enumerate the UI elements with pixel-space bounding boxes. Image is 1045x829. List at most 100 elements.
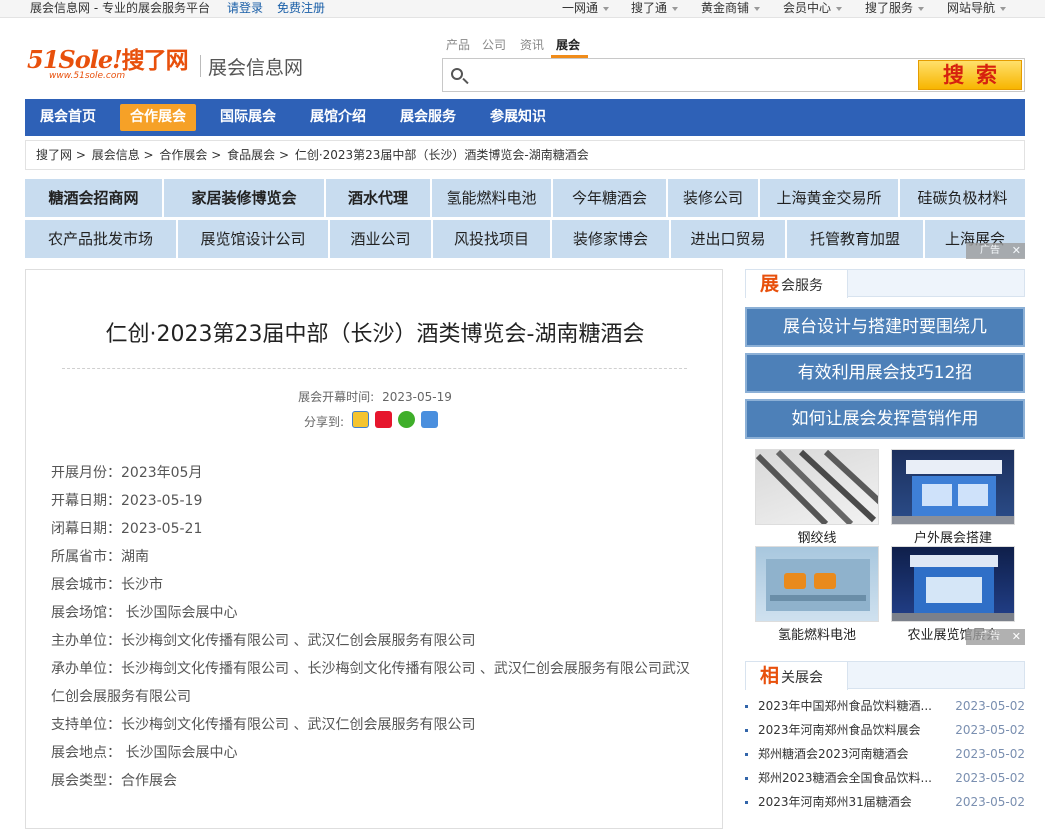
search-tab-company[interactable]: 公司 bbox=[482, 36, 506, 53]
ad-link[interactable]: 托管教育加盟 bbox=[787, 220, 923, 258]
site-name: 展会信息网 bbox=[208, 57, 304, 79]
info-location: 展会地点： 长沙国际会展中心 bbox=[51, 745, 238, 761]
steel-strand-image bbox=[756, 450, 878, 524]
topnav-member-center[interactable]: 会员中心 bbox=[783, 0, 843, 16]
weibo-icon[interactable] bbox=[375, 411, 392, 428]
page-title: 仁创·2023第23届中部（长沙）酒类博览会-湖南糖酒会 bbox=[105, 322, 645, 347]
chevron-down-icon bbox=[672, 6, 679, 11]
nav-international-expo[interactable]: 国际展会 bbox=[210, 104, 286, 131]
ad-link[interactable]: 装修公司 bbox=[668, 179, 758, 217]
chevron-down-icon bbox=[754, 6, 761, 11]
ad-badge: 广告 ✕ bbox=[966, 629, 1025, 645]
breadcrumb-partner-expo[interactable]: 合作展会 bbox=[159, 148, 207, 162]
logo-url: www.51sole.com bbox=[49, 71, 126, 81]
site-logo[interactable]: 51Sole!搜了网 www.51sole.com bbox=[27, 48, 197, 82]
breadcrumb-expo-info[interactable]: 展会信息 bbox=[92, 148, 140, 162]
info-province: 所属省市：湖南 bbox=[51, 549, 149, 565]
nav-expo-services[interactable]: 展会服务 bbox=[390, 104, 466, 131]
fuel-cell-image bbox=[766, 559, 870, 611]
info-month: 开展月份：2023年05月 bbox=[51, 465, 203, 481]
related-expo-item[interactable]: 郑州糖酒会2023河南糖酒会 2023-05-02 bbox=[745, 744, 1025, 764]
nav-expo-home[interactable]: 展会首页 bbox=[30, 104, 106, 131]
wechat-icon[interactable] bbox=[398, 411, 415, 428]
thumb-fuel-cell[interactable]: 氢能燃料电池 bbox=[755, 546, 879, 643]
topnav-site-nav[interactable]: 网站导航 bbox=[947, 0, 1007, 16]
ad-link[interactable]: 展览馆设计公司 bbox=[178, 220, 328, 258]
nav-venues[interactable]: 展馆介绍 bbox=[300, 104, 376, 131]
ad-link[interactable]: 进出口贸易 bbox=[671, 220, 785, 258]
thumb-steel-strand[interactable]: 钢绞线 bbox=[755, 449, 879, 546]
info-organizer: 主办单位：长沙梅剑文化传播有限公司 、武汉仁创会展服务有限公司 bbox=[51, 633, 476, 649]
register-link[interactable]: 免费注册 bbox=[277, 0, 325, 16]
info-city: 展会城市：长沙市 bbox=[51, 577, 163, 593]
related-expo-item[interactable]: 2023年中国郑州食品饮料糖酒... 2023-05-02 bbox=[745, 696, 1025, 716]
expo-info-list: 开展月份：2023年05月 开幕日期：2023-05-19 闭幕日期：2023-… bbox=[51, 459, 701, 795]
search-tab-expo[interactable]: 展会 bbox=[556, 36, 580, 53]
service-link[interactable]: 展台设计与搭建时要围绕几 bbox=[745, 307, 1025, 347]
header-accent: 相 bbox=[760, 665, 780, 687]
site-slogan: 展会信息网 - 专业的展会服务平台 bbox=[30, 1, 210, 15]
search-tab-news[interactable]: 资讯 bbox=[520, 36, 544, 53]
login-link[interactable]: 请登录 bbox=[227, 0, 263, 16]
top-bar: 展会信息网 - 专业的展会服务平台 请登录 免费注册 一网通 搜了通 黄金商铺 … bbox=[0, 0, 1045, 18]
ad-link[interactable]: 上海黄金交易所 bbox=[760, 179, 898, 217]
related-expos-header: 相关展会 bbox=[745, 661, 1025, 690]
expo-open-date: 展会开幕时间: 2023-05-19 bbox=[26, 388, 724, 405]
logo-divider bbox=[200, 55, 201, 77]
info-close-date: 闭幕日期：2023-05-21 bbox=[51, 521, 203, 537]
expo-services-header: 展会服务 bbox=[745, 269, 1025, 298]
ad-link[interactable]: 氢能燃料电池 bbox=[432, 179, 551, 217]
share-bar: 分享到: bbox=[304, 411, 438, 433]
nav-exhibitor-knowledge[interactable]: 参展知识 bbox=[480, 104, 556, 131]
ad-link-grid: 糖酒会招商网 家居装修博览会 酒水代理 氢能燃料电池 今年糖酒会 装修公司 上海… bbox=[25, 179, 1025, 259]
ad-link[interactable]: 糖酒会招商网 bbox=[25, 179, 162, 217]
topnav-soletong[interactable]: 搜了通 bbox=[631, 0, 679, 16]
ad-link[interactable]: 家居装修博览会 bbox=[164, 179, 324, 217]
thumb-outdoor-booth[interactable]: 户外展会搭建 bbox=[891, 449, 1015, 546]
service-link[interactable]: 有效利用展会技巧12招 bbox=[745, 353, 1025, 393]
nav-partner-expo[interactable]: 合作展会 bbox=[120, 104, 196, 131]
booth-image bbox=[892, 460, 1014, 524]
breadcrumb-food-expo[interactable]: 食品展会 bbox=[227, 148, 275, 162]
ad-link[interactable]: 酒水代理 bbox=[326, 179, 430, 217]
thumb-image bbox=[891, 546, 1015, 622]
pavilion-image bbox=[892, 555, 1014, 621]
thumb-image bbox=[755, 449, 879, 525]
info-undertaker: 承办单位：长沙梅剑文化传播有限公司 、长沙梅剑文化传播有限公司 、武汉仁创会展服… bbox=[51, 661, 690, 705]
info-venue: 展会场馆： 长沙国际会展中心 bbox=[51, 605, 238, 621]
share-label: 分享到: bbox=[304, 415, 345, 429]
search-icon bbox=[451, 68, 463, 80]
chevron-down-icon bbox=[1000, 6, 1007, 11]
breadcrumb-current: 仁创·2023第23届中部（长沙）酒类博览会-湖南糖酒会 bbox=[294, 148, 589, 162]
breadcrumb-home[interactable]: 搜了网 bbox=[36, 148, 72, 162]
related-expo-item[interactable]: 2023年河南郑州食品饮料展会 2023-05-02 bbox=[745, 720, 1025, 740]
ad-badge: 广告 ✕ bbox=[966, 243, 1025, 259]
email-icon[interactable] bbox=[421, 411, 438, 428]
search-button[interactable]: 搜索 bbox=[918, 60, 1022, 90]
thumb-image bbox=[755, 546, 879, 622]
ad-link[interactable]: 装修家博会 bbox=[552, 220, 669, 258]
related-expo-item[interactable]: 2023年河南郑州31届糖酒会 2023-05-02 bbox=[745, 792, 1025, 812]
ad-link[interactable]: 硅碳负极材料 bbox=[900, 179, 1025, 217]
chevron-down-icon bbox=[918, 6, 925, 11]
logo-cn: 搜了网 bbox=[121, 48, 189, 74]
ad-link[interactable]: 今年糖酒会 bbox=[553, 179, 666, 217]
ad-link[interactable]: 风投找项目 bbox=[433, 220, 550, 258]
related-expo-item[interactable]: 郑州2023糖酒会全国食品饮料... 2023-05-02 bbox=[745, 768, 1025, 788]
search-input[interactable] bbox=[473, 63, 913, 87]
title-divider bbox=[62, 368, 687, 369]
ad-link[interactable]: 酒业公司 bbox=[330, 220, 431, 258]
topnav-gold-shop[interactable]: 黄金商铺 bbox=[701, 0, 761, 16]
topnav-yiwangtong[interactable]: 一网通 bbox=[562, 0, 610, 16]
date-value: 2023-05-19 bbox=[382, 390, 452, 404]
article-panel: 仁创·2023第23届中部（长沙）酒类博览会-湖南糖酒会 展会开幕时间: 2023… bbox=[25, 269, 723, 829]
topnav-services[interactable]: 搜了服务 bbox=[865, 0, 925, 16]
ad-link[interactable]: 农产品批发市场 bbox=[25, 220, 176, 258]
qzone-icon[interactable] bbox=[352, 411, 369, 428]
header-text: 会服务 bbox=[781, 278, 824, 294]
close-icon[interactable]: ✕ bbox=[1012, 629, 1021, 645]
search-tab-product[interactable]: 产品 bbox=[446, 36, 470, 53]
service-link[interactable]: 如何让展会发挥营销作用 bbox=[745, 399, 1025, 439]
close-icon[interactable]: ✕ bbox=[1012, 243, 1021, 259]
main-nav: 展会首页 合作展会 国际展会 展馆介绍 展会服务 参展知识 bbox=[25, 99, 1025, 136]
